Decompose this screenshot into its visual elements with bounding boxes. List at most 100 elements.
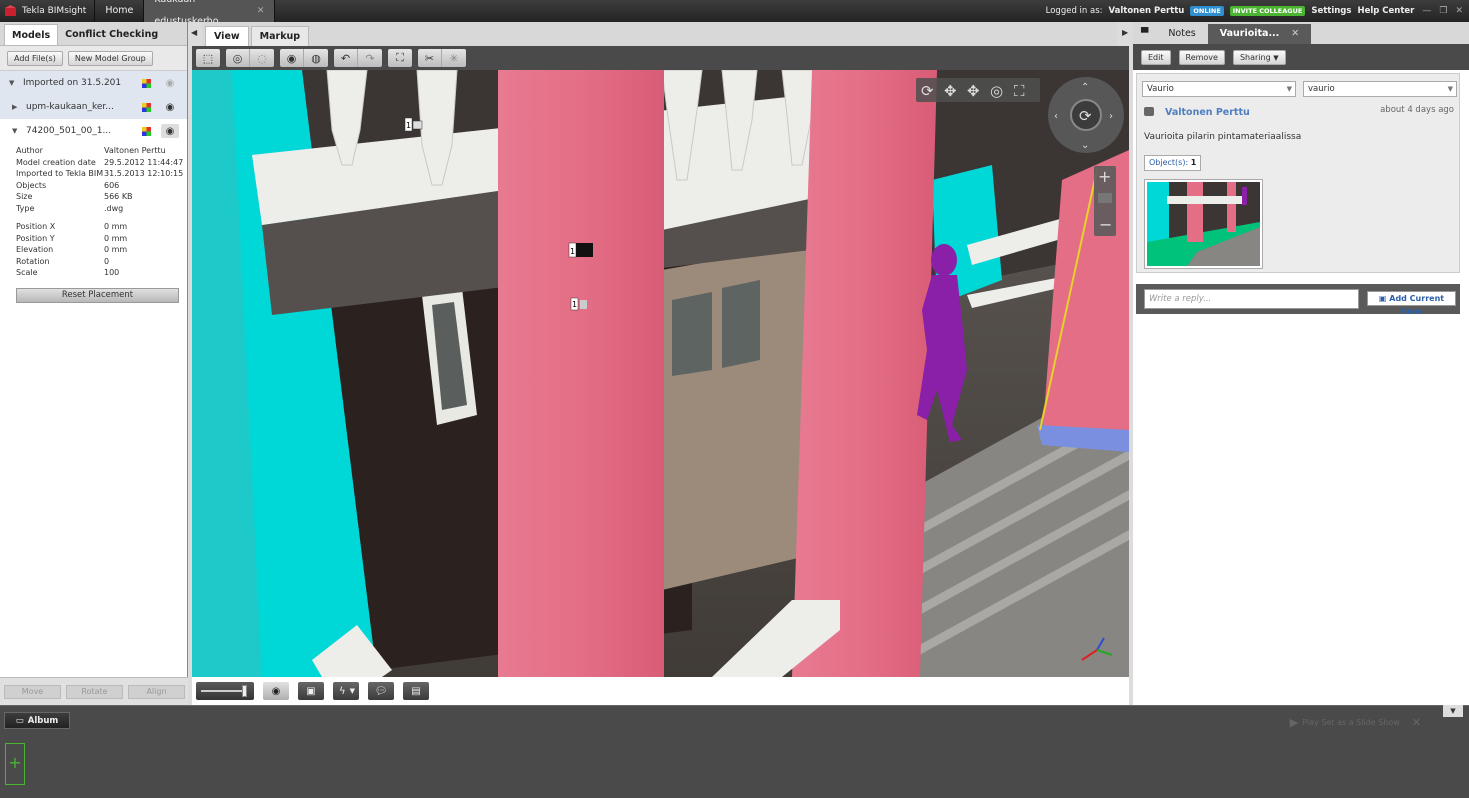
nav-left-icon[interactable]: ‹	[1054, 111, 1058, 122]
zoom-slider-thumb[interactable]	[1098, 193, 1112, 203]
color-palette-icon[interactable]	[142, 78, 151, 88]
add-current-view-button[interactable]: ▣ Add Current View	[1367, 291, 1456, 316]
help-center-link[interactable]: Help Center	[1357, 6, 1414, 16]
tab-notes[interactable]: Notes	[1156, 24, 1207, 44]
sharing-dropdown[interactable]: Sharing ▼	[1232, 49, 1286, 65]
comment-icon[interactable]: 💬︎	[368, 682, 394, 700]
flash-icon[interactable]: ϟ ▼	[333, 682, 359, 700]
add-slide-button[interactable]: +	[5, 743, 25, 785]
expand-down-icon[interactable]: ▼	[12, 127, 26, 135]
tab-project[interactable]: Kaukaan edustuskerho ✕	[144, 0, 276, 27]
zoom-in-icon[interactable]: +	[1098, 167, 1111, 186]
rotate-button[interactable]: Rotate	[66, 684, 123, 699]
3d-viewport[interactable]: 1 1 1 ⟳ ✥ ✥ ◎ ⛶ ⟳ ⌃ ⌄ ‹ › + −	[192, 70, 1129, 677]
add-files-button[interactable]: Add File(s)	[7, 50, 63, 66]
expand-right-icon[interactable]: ▶	[12, 103, 26, 111]
album-button[interactable]: ▭ Album	[4, 712, 70, 729]
visibility-eye-icon[interactable]: ◉	[161, 100, 179, 114]
pan-mode-icon[interactable]: ✥	[944, 82, 957, 100]
tree-item-import-group[interactable]: ▼ Imported on 31.5.201 ◉	[0, 71, 187, 95]
play-slideshow[interactable]: ▶ Play Set as a Slide Show ✕	[1290, 716, 1421, 729]
cut-remove-icon[interactable]: ✳	[442, 49, 466, 67]
expand-down-icon[interactable]: ▼	[9, 79, 23, 87]
nav-down-icon[interactable]: ⌄	[1081, 140, 1089, 151]
note-author[interactable]: Valtonen Perttu	[1165, 107, 1250, 118]
zoom-out-icon[interactable]: −	[1099, 215, 1112, 234]
nav-right-icon[interactable]: ›	[1109, 111, 1113, 122]
tree-item-model-upm[interactable]: ▶ upm-kaukaan_ker... ◉	[0, 95, 187, 119]
look-mode-icon[interactable]: ◎	[990, 82, 1003, 100]
settings-link[interactable]: Settings	[1311, 6, 1351, 16]
tab-home[interactable]: Home	[95, 0, 145, 22]
close-window-icon[interactable]: ✕	[1455, 6, 1463, 16]
minimize-icon[interactable]: —	[1422, 6, 1431, 16]
select-box-icon[interactable]: ⬚	[196, 49, 220, 67]
nav-up-icon[interactable]: ⌃	[1081, 82, 1089, 93]
tab-view[interactable]: View	[205, 26, 249, 46]
fit-icon[interactable]: ⛶	[388, 49, 412, 67]
3d-scene[interactable]: 1 1 1 ⟳ ✥ ✥ ◎ ⛶ ⟳ ⌃ ⌄ ‹ › + −	[192, 70, 1129, 677]
pink-column-left[interactable]	[498, 70, 664, 677]
comment-marker[interactable]: 1	[568, 242, 593, 258]
note-snapshot-thumbnail[interactable]	[1144, 179, 1263, 269]
hide-icon[interactable]: ◎	[226, 49, 250, 67]
new-model-group-button[interactable]: New Model Group	[67, 50, 153, 66]
walk-mode-icon[interactable]: ✥	[967, 82, 980, 100]
reply-input[interactable]: Write a reply...	[1144, 289, 1359, 309]
move-button[interactable]: Move	[4, 684, 61, 699]
collapse-right-icon[interactable]: ▶	[1122, 28, 1128, 37]
app-logo[interactable]: Tekla BIMsight	[0, 0, 96, 22]
category-select[interactable]: Vaurio ▼	[1142, 81, 1296, 97]
visibility-eye-icon[interactable]: ◉	[263, 682, 289, 700]
collapse-album-icon[interactable]: ▼	[1443, 705, 1463, 717]
box-view-icon[interactable]: ▣	[298, 682, 324, 700]
show-all-icon[interactable]: ◍	[304, 49, 328, 67]
prop-key: Objects	[16, 180, 47, 190]
tab-conflict-checking[interactable]: Conflict Checking	[58, 24, 165, 45]
visibility-eye-icon[interactable]: ◉	[161, 124, 179, 138]
zoom-control: + −	[1094, 166, 1116, 236]
note-text: Vaurioita pilarin pintamateriaalissa	[1144, 132, 1302, 142]
close-tab-icon[interactable]: ✕	[257, 0, 265, 22]
note-card: Vaurio ▼ vaurio ▼ Valtonen Perttu about …	[1136, 73, 1460, 273]
tab-vaurioita[interactable]: Vaurioita... ✕	[1207, 24, 1312, 44]
maximize-icon[interactable]: ❐	[1439, 6, 1447, 16]
prop-key: Author	[16, 146, 43, 155]
reset-placement-button[interactable]: Reset Placement	[16, 287, 179, 303]
show-icon[interactable]: ◉	[280, 49, 304, 67]
album-strip: ▭ Album + ▶ Play Set as a Slide Show ✕ ▼	[0, 705, 1469, 798]
undo-icon[interactable]: ↶	[334, 49, 358, 67]
orbit-icon[interactable]: ⟳	[1079, 107, 1092, 125]
rotate-mode-icon[interactable]: ⟳	[921, 82, 934, 100]
align-button[interactable]: Align	[128, 684, 185, 699]
cut-icon[interactable]: ✂	[418, 49, 442, 67]
redo-icon[interactable]: ↷	[358, 49, 382, 67]
document-icon[interactable]: ▤	[403, 682, 429, 700]
invite-colleague-button[interactable]: INVITE COLLEAGUE	[1229, 6, 1306, 16]
fullscreen-icon[interactable]: ⛶	[1014, 82, 1025, 100]
pink-column-center[interactable]	[792, 70, 937, 677]
prop-value: .dwg	[104, 203, 124, 213]
tree-item-model-74200[interactable]: ▼ 74200_501_00_1... ◉	[0, 119, 187, 143]
color-palette-icon[interactable]	[142, 102, 151, 112]
transparency-slider[interactable]	[196, 682, 254, 700]
notes-panel-icon[interactable]: ▀	[1133, 24, 1156, 44]
tab-models[interactable]: Models	[4, 24, 59, 45]
navigation-wheel[interactable]: ⟳ ⌃ ⌄ ‹ ›	[1048, 77, 1124, 153]
color-palette-icon[interactable]	[142, 126, 151, 136]
edit-button[interactable]: Edit	[1141, 49, 1171, 65]
visibility-eye-icon[interactable]: ◉	[161, 76, 179, 90]
flash-dropdown-icon[interactable]: ▼	[350, 687, 355, 695]
hide-others-icon[interactable]: ◌	[250, 49, 274, 67]
door-window-left	[672, 292, 712, 376]
tag-select[interactable]: vaurio ▼	[1303, 81, 1457, 97]
user-name[interactable]: Valtonen Perttu	[1109, 6, 1185, 16]
close-note-tab-icon[interactable]: ✕	[1291, 24, 1299, 44]
collapse-left-icon[interactable]: ◀	[191, 28, 197, 37]
objects-link[interactable]: Object(s): 1	[1144, 155, 1202, 171]
tab-vaurioita-label: Vaurioita...	[1219, 28, 1280, 39]
slider-thumb[interactable]	[241, 685, 247, 697]
tools-icon[interactable]: ✕	[1412, 716, 1421, 729]
tab-markup[interactable]: Markup	[250, 26, 310, 46]
remove-button[interactable]: Remove	[1178, 49, 1225, 65]
